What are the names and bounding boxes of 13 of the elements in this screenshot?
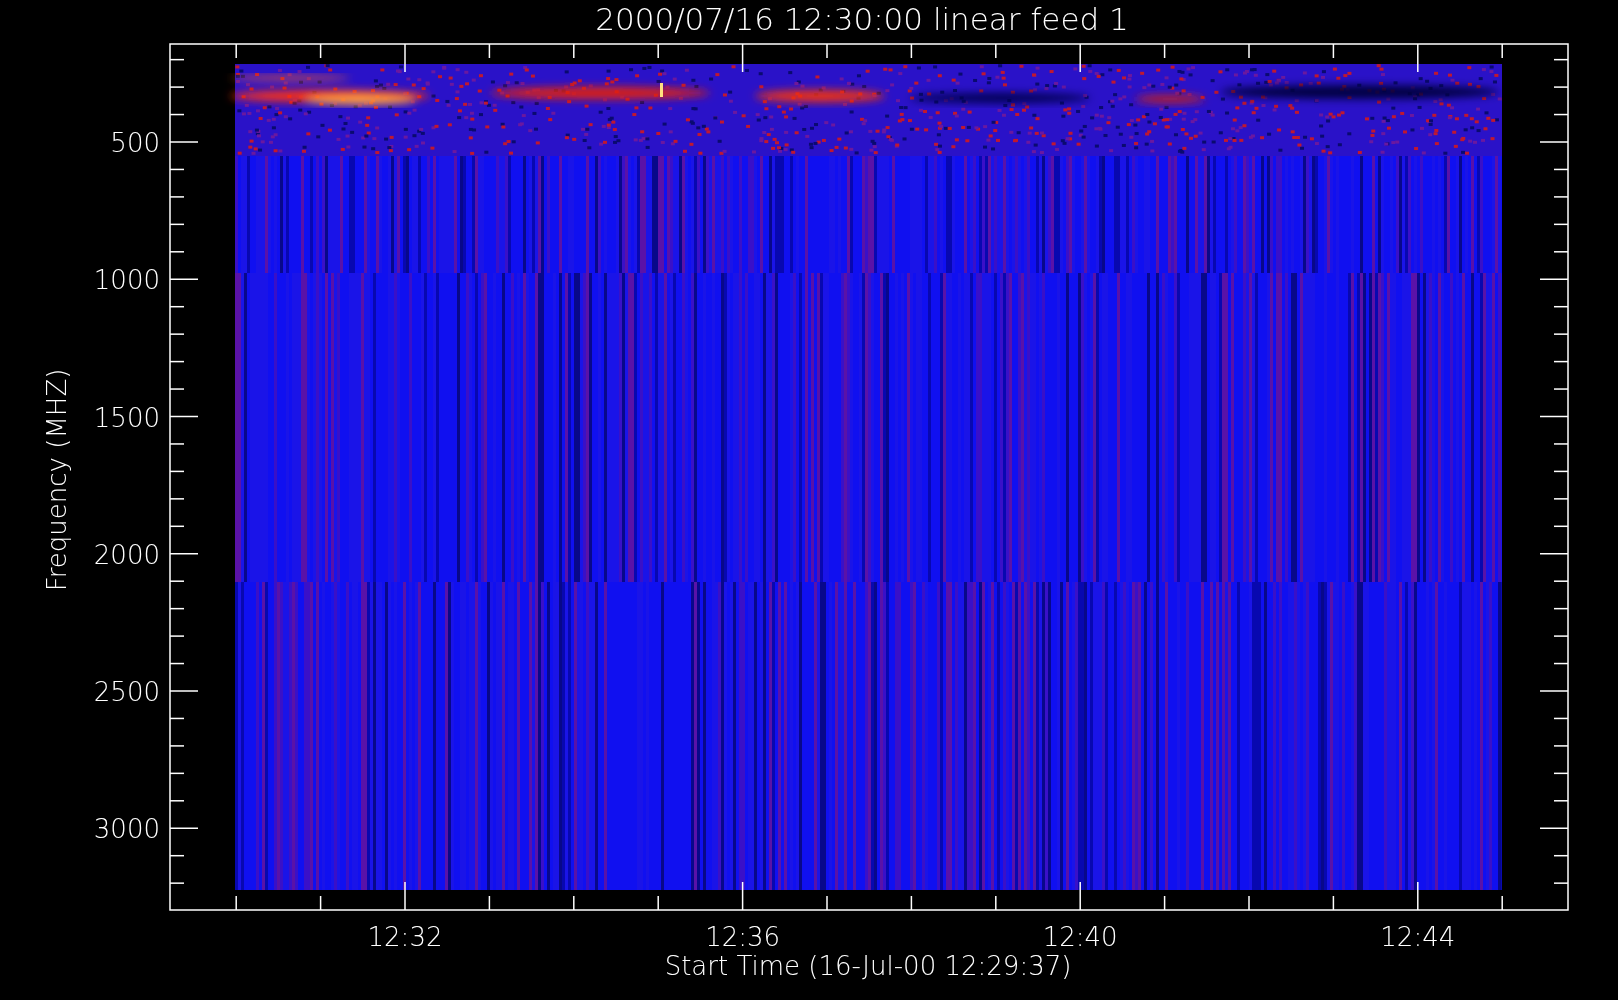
y-tick-label: 3000 [93,814,160,845]
x-tick-label: 12:44 [1380,922,1456,952]
y-tick-label: 1000 [93,265,160,296]
y-tick-label: 2000 [93,539,160,570]
y-tick-label: 500 [110,128,160,158]
x-axis-label: Start Time (16-Jul-00 12:29:37) [664,951,1072,981]
y-tick-label: 1500 [93,402,160,433]
x-tick-label: 12:32 [367,922,443,952]
plot-title: 2000/07/16 12:30:00 linear feed 1 [595,1,1129,37]
x-tick-label: 12:40 [1042,922,1118,952]
x-tick-label: 12:36 [705,922,781,952]
y-axis-label: Frequency (MHZ) [42,368,72,592]
y-tick-label: 2500 [93,677,160,707]
